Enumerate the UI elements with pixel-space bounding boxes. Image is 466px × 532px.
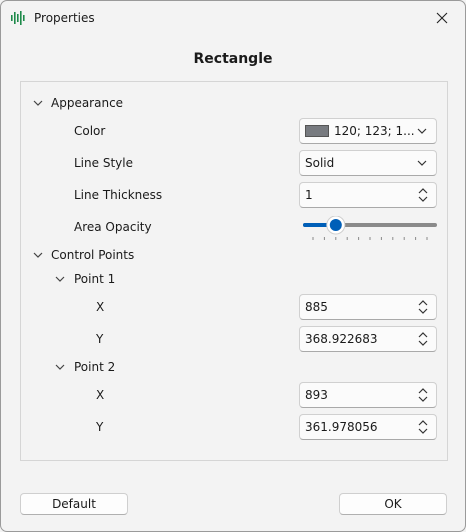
point1-y-label: Y xyxy=(96,332,104,346)
point1-header[interactable]: Point 1 xyxy=(74,267,115,291)
point2-y-label: Y xyxy=(96,420,104,434)
point1-x-value: 885 xyxy=(305,300,328,314)
group-label: Appearance xyxy=(51,96,124,110)
point2-y-stepper[interactable]: 361.978056 xyxy=(299,414,437,440)
point2-x-stepper[interactable]: 893 xyxy=(299,382,437,408)
waveform-app-icon xyxy=(11,11,25,25)
chevron-down-icon[interactable] xyxy=(55,362,65,372)
area-opacity-label: Area Opacity xyxy=(74,220,152,234)
chevron-down-icon[interactable] xyxy=(55,274,65,284)
default-button[interactable]: Default xyxy=(20,493,128,515)
title-bar: Properties xyxy=(1,1,465,35)
close-button[interactable] xyxy=(419,1,465,35)
properties-dialog: Properties Rectangle Appearance Color 12… xyxy=(0,0,466,532)
point1-x-stepper[interactable]: 885 xyxy=(299,294,437,320)
chevron-down-icon[interactable] xyxy=(33,98,43,108)
dialog-heading: Rectangle xyxy=(193,51,273,67)
spin-arrows-icon[interactable] xyxy=(418,187,428,203)
ok-button[interactable]: OK xyxy=(339,493,447,515)
area-opacity-slider[interactable] xyxy=(303,216,437,246)
group-label: Control Points xyxy=(51,248,135,262)
point1-y-value: 368.922683 xyxy=(305,332,378,346)
chevron-down-icon xyxy=(417,160,427,166)
window-title: Properties xyxy=(34,11,95,25)
line-thickness-value: 1 xyxy=(305,188,313,202)
point2-x-label: X xyxy=(96,388,105,402)
color-dropdown[interactable]: 120; 123; 1... xyxy=(299,118,437,144)
property-grid: Appearance Color 120; 123; 1... Line Sty… xyxy=(20,81,448,461)
close-icon xyxy=(436,12,448,24)
line-thickness-label: Line Thickness xyxy=(74,188,163,202)
point2-y-value: 361.978056 xyxy=(305,420,378,434)
point1-x-label: X xyxy=(96,300,105,314)
appearance-group-header[interactable]: Appearance xyxy=(51,91,123,115)
chevron-down-icon[interactable] xyxy=(33,250,43,260)
spin-arrows-icon[interactable] xyxy=(418,419,428,435)
chevron-down-icon xyxy=(417,128,427,134)
spin-arrows-icon[interactable] xyxy=(418,387,428,403)
color-label: Color xyxy=(74,124,106,138)
spin-arrows-icon[interactable] xyxy=(418,299,428,315)
point2-header[interactable]: Point 2 xyxy=(74,355,115,379)
point2-x-value: 893 xyxy=(305,388,328,402)
line-style-label: Line Style xyxy=(74,156,133,170)
color-swatch xyxy=(305,125,329,137)
line-thickness-stepper[interactable]: 1 xyxy=(299,182,437,208)
spin-arrows-icon[interactable] xyxy=(418,331,428,347)
control-points-group-header[interactable]: Control Points xyxy=(51,243,134,267)
line-style-dropdown[interactable]: Solid xyxy=(299,150,437,176)
point1-y-stepper[interactable]: 368.922683 xyxy=(299,326,437,352)
